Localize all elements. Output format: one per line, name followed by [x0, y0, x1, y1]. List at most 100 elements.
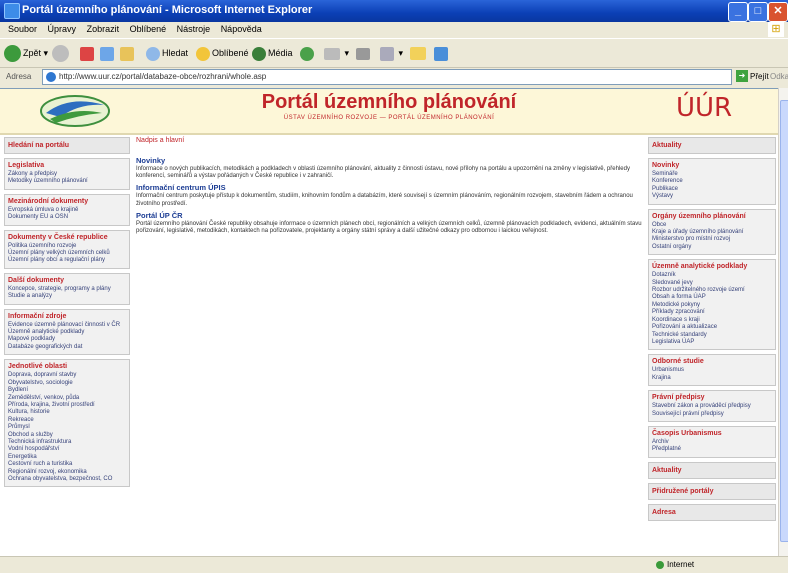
messenger-button[interactable] [434, 43, 450, 63]
sidebar-link[interactable]: Metodiky územního plánování [8, 178, 126, 185]
sidebar-box-title[interactable]: Legislativa [8, 161, 126, 170]
sidebar-link[interactable]: Zákony a předpisy [8, 171, 126, 178]
sidebar-link[interactable]: Doprava, dopravní stavby [8, 372, 126, 379]
sidebar-link[interactable]: Metodické pokyny [652, 302, 772, 309]
sidebar-box-title[interactable]: Adresa [652, 508, 772, 517]
sidebar-link[interactable]: Semináře [652, 171, 772, 178]
sidebar-link[interactable]: Dotazník [652, 272, 772, 279]
sidebar-link[interactable]: Dokumenty EU a OSN [8, 214, 126, 221]
sidebar-box-title[interactable]: Dokumenty v České republice [8, 233, 126, 242]
favorites-button[interactable]: Oblíbené [196, 43, 249, 63]
sidebar-box-title[interactable]: Informační zdroje [8, 312, 126, 321]
sidebar-link[interactable]: Sledované jevy [652, 280, 772, 287]
sidebar-link[interactable]: Ostatní orgány [652, 244, 772, 251]
sidebar-link[interactable]: Krajina [652, 375, 772, 382]
sidebar-link[interactable]: Zemědělství, venkov, půda [8, 395, 126, 402]
sidebar-link[interactable]: Obsah a forma ÚAP [652, 294, 772, 301]
menu-soubor[interactable]: Soubor [8, 24, 37, 34]
sidebar-link[interactable]: Obyvatelstvo, sociologie [8, 380, 126, 387]
sidebar-link[interactable]: Rekreace [8, 417, 126, 424]
sidebar-box-title[interactable]: Územně analytické podklady [652, 262, 772, 271]
sidebar-link[interactable]: Územně analytické podklady [8, 329, 126, 336]
menu-oblibene[interactable]: Oblíbené [130, 24, 167, 34]
menu-upravy[interactable]: Úpravy [48, 24, 77, 34]
sidebar-link[interactable]: Konference [652, 178, 772, 185]
sidebar-link[interactable]: Obchod a služby [8, 432, 126, 439]
media-button[interactable]: Média [252, 43, 293, 63]
menu-napoveda[interactable]: Nápověda [221, 24, 262, 34]
sidebar-box-title[interactable]: Aktuality [652, 466, 772, 475]
sidebar-link[interactable]: Archiv [652, 439, 772, 446]
print-button[interactable] [356, 43, 372, 63]
refresh-button[interactable] [100, 43, 116, 63]
home-button[interactable] [120, 43, 136, 63]
search-button[interactable]: Hledat [146, 43, 188, 63]
sidebar-link[interactable]: Evidence územně plánovací činnosti v ČR [8, 322, 126, 329]
mail-button[interactable]: ▾ [324, 43, 349, 63]
title-bar[interactable]: Portál územního plánování - Microsoft In… [0, 0, 788, 22]
history-button[interactable] [300, 43, 316, 63]
sidebar-box-title[interactable]: Hledání na portálu [8, 141, 126, 150]
vertical-scrollbar[interactable] [778, 88, 788, 556]
sidebar-link[interactable]: Vodní hospodářství [8, 446, 126, 453]
close-button[interactable]: ✕ [768, 2, 788, 22]
sidebar-link[interactable]: Kraje a úřady územního plánování [652, 229, 772, 236]
menu-zobrazit[interactable]: Zobrazit [87, 24, 120, 34]
menu-nastroje[interactable]: Nástroje [177, 24, 211, 34]
sidebar-box-title[interactable]: Časopis Urbanismus [652, 429, 772, 438]
section-title[interactable]: Portál ÚP ČR [136, 211, 642, 221]
sidebar-link[interactable]: Ministerstvo pro místní rozvoj [652, 236, 772, 243]
sidebar-box-title[interactable]: Přidružené portály [652, 487, 772, 496]
sidebar-box-title[interactable]: Jednotlivé oblasti [8, 362, 126, 371]
go-button[interactable]: Přejít [750, 72, 769, 81]
sidebar-box-title[interactable]: Orgány územního plánování [652, 212, 772, 221]
sidebar-link[interactable]: Cestovní ruch a turistika [8, 461, 126, 468]
sidebar-link[interactable]: Příroda, krajina, životní prostředí [8, 402, 126, 409]
sidebar-link[interactable]: Energetika [8, 454, 126, 461]
sidebar-box-title[interactable]: Právní předpisy [652, 393, 772, 402]
sidebar-box-title[interactable]: Další dokumenty [8, 276, 126, 285]
sidebar-box-title[interactable]: Mezinárodní dokumenty [8, 197, 126, 206]
sidebar-link[interactable]: Výstavy [652, 193, 772, 200]
sidebar-link[interactable]: Technické standardy [652, 332, 772, 339]
sidebar-link[interactable]: Kultura, historie [8, 409, 126, 416]
sidebar-link[interactable]: Průmysl [8, 424, 126, 431]
breadcrumb[interactable]: Nadpis a hlavní [136, 137, 642, 144]
sidebar-link[interactable]: Koncepce, strategie, programy a plány [8, 286, 126, 293]
sidebar-link[interactable]: Urbanismus [652, 367, 772, 374]
sidebar-link[interactable]: Ochrana obyvatelstva, bezpečnost, CO [8, 476, 126, 483]
maximize-button[interactable]: □ [748, 2, 768, 22]
sidebar-box-title[interactable]: Novinky [652, 161, 772, 170]
stop-button[interactable] [80, 43, 96, 63]
go-arrow-icon[interactable]: ➜ [736, 70, 748, 82]
edit-button[interactable]: ▾ [380, 43, 403, 63]
back-button[interactable]: Zpět ▾ [4, 43, 48, 63]
sidebar-box-title[interactable]: Odborné studie [652, 357, 772, 366]
sidebar-link[interactable]: Územní plány obcí a regulační plány [8, 257, 126, 264]
forward-button[interactable] [52, 43, 71, 63]
section-title[interactable]: Informační centrum ÚPIS [136, 183, 642, 193]
minimize-button[interactable]: _ [728, 2, 748, 22]
sidebar-box-title[interactable]: Aktuality [652, 141, 772, 150]
sidebar-link[interactable]: Technická infrastruktura [8, 439, 126, 446]
sidebar-link[interactable]: Pořizování a aktualizace [652, 324, 772, 331]
section-title[interactable]: Novinky [136, 156, 642, 166]
sidebar-link[interactable]: Stavební zákon a prováděcí předpisy [652, 403, 772, 410]
links-button[interactable]: Odkazy [770, 72, 788, 81]
address-input[interactable]: http://www.uur.cz/portal/databaze-obce/r… [42, 69, 732, 85]
sidebar-link[interactable]: Předplatné [652, 446, 772, 453]
sidebar-link[interactable]: Regionální rozvoj, ekonomika [8, 469, 126, 476]
sidebar-link[interactable]: Mapové podklady [8, 336, 126, 343]
sidebar-link[interactable]: Související právní předpisy [652, 411, 772, 418]
sidebar-link[interactable]: Obce [652, 222, 772, 229]
sidebar-link[interactable]: Politika územního rozvoje [8, 243, 126, 250]
folder-button[interactable] [410, 43, 428, 63]
sidebar-link[interactable]: Evropská úmluva o krajině [8, 207, 126, 214]
sidebar-link[interactable]: Studie a analýzy [8, 293, 126, 300]
sidebar-link[interactable]: Legislativa ÚAP [652, 339, 772, 346]
scrollbar-thumb[interactable] [780, 100, 788, 542]
sidebar-link[interactable]: Databáze geografických dat [8, 344, 126, 351]
sidebar-link[interactable]: Koordinace s kraji [652, 317, 772, 324]
sidebar-link[interactable]: Bydlení [8, 387, 126, 394]
sidebar-link[interactable]: Příklady zpracování [652, 309, 772, 316]
